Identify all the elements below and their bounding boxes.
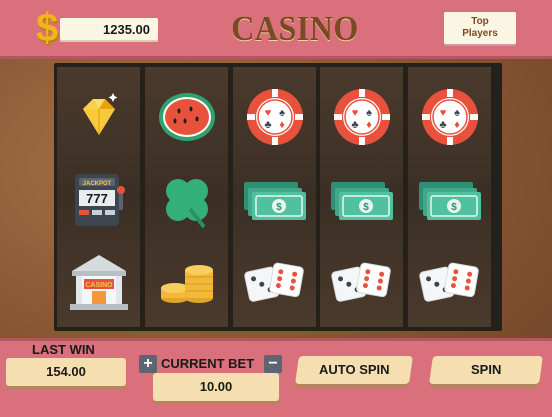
decrease-bet-button[interactable]: −: [264, 355, 282, 373]
coin-stack-icon: [145, 243, 228, 323]
dollar-icon: $: [36, 6, 59, 50]
casino-sign-text: CASINO: [85, 282, 113, 289]
increase-bet-button[interactable]: +: [139, 355, 157, 373]
spin-label: SPIN: [470, 362, 502, 377]
watermelon-icon: [145, 77, 228, 157]
svg-text:♠: ♠: [366, 107, 372, 119]
top-players-button[interactable]: Top Players: [444, 12, 516, 44]
poker-chip-icon: ♥ ♠ ♣ ♦: [408, 77, 491, 157]
balance-display: 1235.00: [60, 18, 158, 42]
svg-text:♥: ♥: [439, 107, 446, 119]
svg-text:♣: ♣: [439, 119, 446, 131]
svg-text:♥: ♥: [264, 107, 271, 119]
svg-text:♣: ♣: [351, 119, 358, 131]
poker-chip-icon: ♥ ♠ ♣ ♦: [320, 77, 403, 157]
jackpot-text: JACKPOT: [82, 181, 111, 187]
sevens-text: 777: [86, 191, 108, 206]
auto-spin-button[interactable]: AUTO SPIN: [295, 356, 413, 384]
top-players-label-line1: Top: [471, 16, 489, 27]
reel-3: ♥ ♠ ♣ ♦ $: [233, 67, 316, 327]
svg-text:$: $: [363, 202, 369, 213]
top-players-label-line2: Players: [462, 28, 498, 39]
svg-text:$: $: [276, 202, 282, 213]
svg-text:♦: ♦: [366, 119, 372, 131]
dice-icon: [233, 243, 316, 323]
svg-text:♠: ♠: [279, 107, 285, 119]
poker-chip-icon: ♥ ♠ ♣ ♦: [233, 77, 316, 157]
game-title: CASINO GAME: [231, 8, 359, 96]
current-bet-label: CURRENT BET: [161, 356, 255, 371]
last-win-label: LAST WIN: [32, 342, 95, 357]
diamond-icon: [57, 77, 140, 157]
cash-stack-icon: $: [320, 160, 403, 240]
cash-stack-icon: $: [408, 160, 491, 240]
spin-button[interactable]: SPIN: [429, 356, 543, 384]
svg-text:♠: ♠: [454, 107, 460, 119]
svg-text:♥: ♥: [351, 107, 358, 119]
cash-stack-icon: $: [233, 160, 316, 240]
svg-text:$: $: [451, 202, 457, 213]
reel-4: ♥ ♠ ♣ ♦ $: [320, 67, 403, 327]
reel-2: [145, 67, 228, 327]
reel-1: JACKPOT 777 CASINO: [57, 67, 140, 327]
clover-icon: [145, 160, 228, 240]
auto-spin-label: AUTO SPIN: [318, 362, 390, 377]
casino-building-icon: CASINO: [57, 243, 140, 323]
svg-text:♦: ♦: [279, 119, 285, 131]
slot-machine-icon: JACKPOT 777: [57, 160, 140, 240]
svg-text:♦: ♦: [454, 119, 460, 131]
reel-5: ♥ ♠ ♣ ♦ $: [408, 67, 491, 327]
dice-icon: [320, 243, 403, 323]
dice-icon: [408, 243, 491, 323]
svg-text:♣: ♣: [264, 119, 271, 131]
last-win-value: 154.00: [6, 358, 126, 386]
current-bet-value: 10.00: [153, 373, 279, 401]
